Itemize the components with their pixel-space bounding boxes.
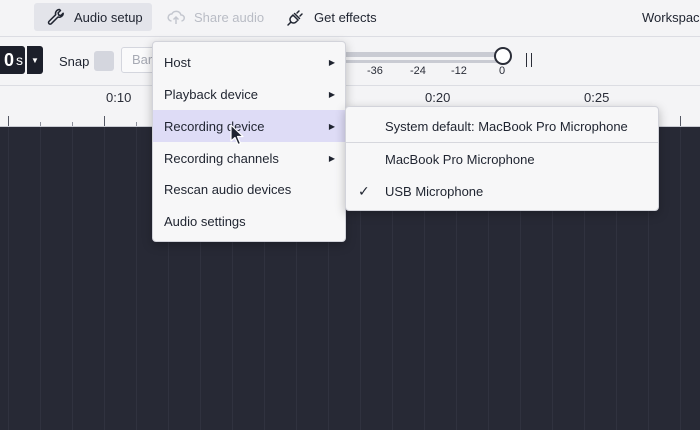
submenu-item-label: MacBook Pro Microphone xyxy=(385,151,535,167)
menu-item-host[interactable]: Host ▶ xyxy=(153,46,345,78)
wrench-icon xyxy=(47,8,64,25)
volume-slider-knob[interactable] xyxy=(494,47,512,65)
ruler-tick xyxy=(136,122,137,126)
submenu-item-system-default[interactable]: System default: MacBook Pro Microphone xyxy=(346,110,658,142)
menu-item-label: Recording channels xyxy=(164,150,279,166)
meter-track xyxy=(344,52,502,57)
meter-end-marker xyxy=(526,53,532,67)
menu-item-recording-channels[interactable]: Recording channels ▶ xyxy=(153,142,345,174)
menu-item-label: Playback device xyxy=(164,86,258,102)
menu-item-audio-settings[interactable]: Audio settings xyxy=(153,205,345,237)
menu-item-label: Host xyxy=(164,54,191,70)
submenu-item-label: USB Microphone xyxy=(385,183,484,199)
transport-toolbar: 0s ▼ Snap Bar -36 -24 -12 0 xyxy=(0,37,700,86)
time-value: 0 xyxy=(3,49,14,70)
get-effects-button[interactable]: Get effects xyxy=(286,3,377,31)
share-audio-button[interactable]: Share audio xyxy=(166,3,264,31)
submenu-arrow-icon: ▶ xyxy=(328,121,335,131)
ruler-tick xyxy=(72,122,73,126)
ruler-tick xyxy=(104,116,105,126)
grid-line xyxy=(8,127,9,430)
workspace-menu[interactable]: Workspac xyxy=(642,10,700,25)
ruler-tick xyxy=(680,116,681,126)
meter-tick: -24 xyxy=(410,65,426,77)
time-format-dropdown[interactable]: ▼ xyxy=(27,46,43,74)
audio-setup-menu: Host ▶ Playback device ▶ Recording devic… xyxy=(152,41,346,242)
ruler-label: 0:25 xyxy=(584,90,610,105)
meter-tick: 0 xyxy=(499,65,506,77)
meter-track-secondary xyxy=(344,60,502,63)
menu-item-label: Recording device xyxy=(164,118,265,134)
snap-label: Snap xyxy=(59,54,90,69)
grid-line xyxy=(680,127,681,430)
submenu-item-macbook-pro-microphone[interactable]: MacBook Pro Microphone xyxy=(346,143,658,175)
plug-icon xyxy=(287,10,303,26)
ruler-tick xyxy=(8,116,9,126)
get-effects-label: Get effects xyxy=(314,9,377,25)
meter-tick: -36 xyxy=(367,65,383,77)
submenu-arrow-icon: ▶ xyxy=(328,89,335,99)
snap-checkbox[interactable] xyxy=(94,51,114,71)
grid-line xyxy=(136,127,137,430)
grid-line xyxy=(40,127,41,430)
recording-device-submenu: System default: MacBook Pro Microphone M… xyxy=(345,106,659,211)
grid-line xyxy=(72,127,73,430)
submenu-arrow-icon: ▶ xyxy=(328,153,335,163)
ruler-label: 0:10 xyxy=(106,90,132,105)
time-unit: s xyxy=(16,52,23,68)
share-audio-label: Share audio xyxy=(194,9,265,25)
menu-item-playback-device[interactable]: Playback device ▶ xyxy=(153,78,345,110)
time-display[interactable]: 0s xyxy=(0,46,25,74)
menu-item-recording-device[interactable]: Recording device ▶ xyxy=(153,110,345,142)
menu-item-label: Rescan audio devices xyxy=(164,181,292,197)
checkmark-icon: ✓ xyxy=(358,182,370,199)
audio-setup-button[interactable]: Audio setup xyxy=(34,3,152,31)
audio-setup-label: Audio setup xyxy=(74,9,143,25)
top-toolbar: Audio setup Share audio Get effects Work… xyxy=(0,0,700,37)
meter-tick: -12 xyxy=(451,65,467,77)
ruler-label: 0:20 xyxy=(425,90,451,105)
grid-line xyxy=(104,127,105,430)
submenu-item-label: System default: MacBook Pro Microphone xyxy=(385,118,628,134)
menu-item-rescan-audio-devices[interactable]: Rescan audio devices xyxy=(153,173,345,205)
cloud-upload-icon xyxy=(167,10,185,24)
menu-item-label: Audio settings xyxy=(164,213,246,229)
mouse-pointer-icon xyxy=(230,124,244,146)
ruler-tick xyxy=(40,122,41,126)
submenu-item-usb-microphone[interactable]: ✓ USB Microphone xyxy=(346,175,658,207)
submenu-arrow-icon: ▶ xyxy=(328,57,335,67)
